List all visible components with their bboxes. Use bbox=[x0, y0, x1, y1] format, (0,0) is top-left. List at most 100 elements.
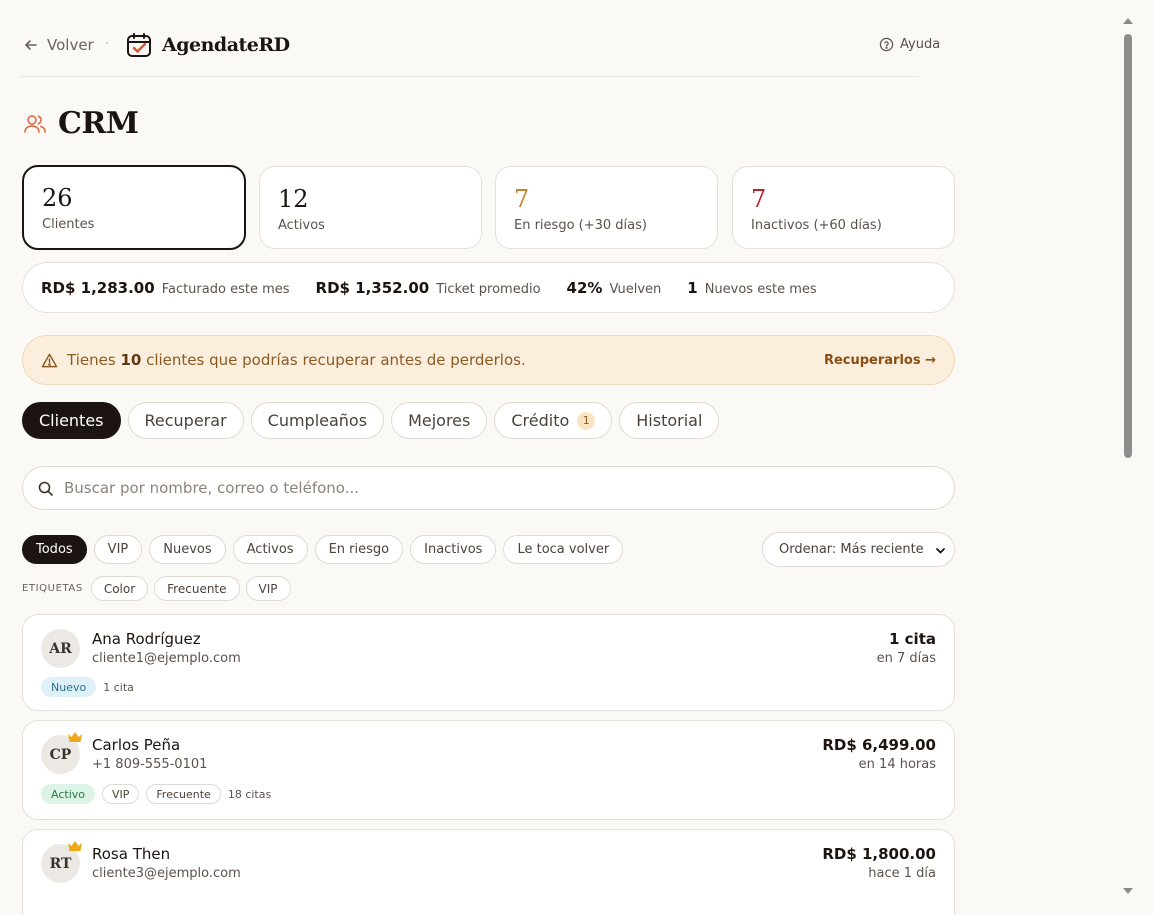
calendar-check-icon bbox=[127, 33, 151, 57]
stat-label: Clientes bbox=[42, 217, 95, 232]
tab-mejores[interactable]: Mejores bbox=[391, 402, 488, 439]
client-when: hace 1 día bbox=[868, 866, 936, 881]
crown-icon bbox=[68, 841, 82, 851]
client-tags: Nuevo 1 cita bbox=[41, 677, 134, 697]
help-button[interactable]: Ayuda bbox=[879, 37, 940, 52]
metric-nuevos: 1 Nuevos este mes bbox=[687, 279, 816, 297]
status-badge: Activo bbox=[41, 784, 95, 804]
status-filters: Todos VIP Nuevos Activos En riesgo Inact… bbox=[22, 535, 624, 564]
tab-historial[interactable]: Historial bbox=[619, 402, 720, 439]
alert-prefix: Tienes bbox=[67, 351, 116, 369]
client-card[interactable]: AR Ana Rodríguez cliente1@ejemplo.com 1 … bbox=[22, 614, 955, 711]
client-when: en 14 horas bbox=[858, 757, 936, 772]
client-contact: +1 809-555-0101 bbox=[92, 757, 208, 772]
client-when: en 7 días bbox=[876, 651, 936, 666]
tag-vip[interactable]: VIP bbox=[245, 576, 291, 601]
page-header: CRM bbox=[22, 106, 139, 141]
metric-ticket: RD$ 1,352.00 Ticket promedio bbox=[316, 279, 541, 297]
alert-text: Tienes 10 clientes que podrías recuperar… bbox=[67, 351, 526, 369]
metric-value: 1 bbox=[687, 278, 698, 297]
client-contact: cliente3@ejemplo.com bbox=[92, 866, 241, 881]
appointment-count: 1 cita bbox=[103, 680, 134, 694]
search-icon bbox=[38, 481, 53, 496]
metric-label: Ticket promedio bbox=[436, 281, 541, 297]
client-card[interactable]: CP Carlos Peña +1 809-555-0101 RD$ 6,499… bbox=[22, 720, 955, 820]
tab-label: Mejores bbox=[408, 411, 471, 430]
tab-cumpleanos[interactable]: Cumpleaños bbox=[250, 402, 385, 439]
filter-le-toca-volver[interactable]: Le toca volver bbox=[503, 535, 624, 564]
client-name: Rosa Then bbox=[92, 845, 171, 863]
stat-card-clientes[interactable]: 26 Clientes bbox=[22, 165, 246, 250]
status-badge: Nuevo bbox=[41, 677, 97, 697]
alert-count: 10 bbox=[120, 351, 142, 369]
tab-recuperar[interactable]: Recuperar bbox=[127, 402, 244, 439]
help-circle-icon bbox=[879, 37, 894, 52]
client-name: Ana Rodríguez bbox=[92, 630, 201, 648]
filter-todos[interactable]: Todos bbox=[22, 535, 87, 564]
recovery-alert: Tienes 10 clientes que podrías recuperar… bbox=[22, 335, 955, 385]
client-contact: cliente1@ejemplo.com bbox=[92, 651, 241, 666]
tab-clientes[interactable]: Clientes bbox=[22, 402, 121, 439]
stat-value: 7 bbox=[514, 185, 530, 213]
back-button[interactable]: Volver bbox=[23, 36, 94, 54]
top-bar: Volver · AgendateRD Ayuda bbox=[21, 0, 940, 77]
back-label: Volver bbox=[47, 36, 94, 54]
arrow-left-icon bbox=[25, 40, 37, 50]
metrics-bar: RD$ 1,283.00 Facturado este mes RD$ 1,35… bbox=[22, 262, 955, 313]
tag-filters: ETIQUETAS Color Frecuente VIP bbox=[22, 576, 291, 601]
stat-label: En riesgo (+30 días) bbox=[514, 218, 647, 233]
avatar: AR bbox=[41, 629, 80, 668]
tab-label: Crédito bbox=[511, 411, 570, 430]
tag-color[interactable]: Color bbox=[90, 576, 149, 601]
client-value: RD$ 6,499.00 bbox=[822, 736, 936, 754]
crown-icon bbox=[68, 732, 82, 742]
stat-value: 7 bbox=[751, 185, 767, 213]
tab-credito[interactable]: Crédito 1 bbox=[494, 402, 613, 439]
tab-label: Cumpleaños bbox=[267, 411, 368, 430]
chevron-down-icon bbox=[936, 548, 945, 554]
stat-value: 26 bbox=[42, 184, 73, 212]
client-tags: Activo VIP Frecuente 18 citas bbox=[41, 784, 271, 804]
filter-nuevos[interactable]: Nuevos bbox=[149, 535, 226, 564]
scroll-down-arrow[interactable] bbox=[1123, 888, 1133, 894]
stat-value: 12 bbox=[278, 185, 309, 213]
client-value: RD$ 1,800.00 bbox=[822, 845, 936, 863]
brand[interactable]: AgendateRD bbox=[125, 31, 290, 59]
client-name: Carlos Peña bbox=[92, 736, 181, 754]
scrollbar[interactable] bbox=[1121, 14, 1135, 898]
sort-select[interactable]: Ordenar: Más reciente bbox=[762, 532, 955, 567]
alert-suffix: clientes que podrías recuperar antes de … bbox=[146, 351, 526, 369]
tag-frecuente[interactable]: Frecuente bbox=[154, 576, 240, 601]
warning-icon bbox=[41, 353, 58, 367]
recover-link[interactable]: Recuperarlos → bbox=[824, 353, 936, 368]
crm-tabs: Clientes Recuperar Cumpleaños Mejores Cr… bbox=[22, 402, 720, 439]
metric-value: RD$ 1,283.00 bbox=[41, 278, 155, 297]
scrollbar-thumb[interactable] bbox=[1124, 34, 1132, 458]
stat-label: Inactivos (+60 días) bbox=[751, 218, 882, 233]
client-card[interactable]: RT Rosa Then cliente3@ejemplo.com RD$ 1,… bbox=[22, 829, 955, 915]
tab-label: Clientes bbox=[39, 411, 104, 430]
scroll-up-arrow[interactable] bbox=[1123, 18, 1133, 24]
stat-card-activos[interactable]: 12 Activos bbox=[259, 166, 482, 249]
stat-label: Activos bbox=[278, 218, 325, 233]
tag-pill: Frecuente bbox=[146, 784, 221, 804]
metric-label: Vuelven bbox=[609, 281, 662, 297]
client-value: 1 cita bbox=[889, 630, 936, 648]
tag-pill: VIP bbox=[102, 784, 140, 804]
tab-label: Historial bbox=[636, 411, 703, 430]
filter-en-riesgo[interactable]: En riesgo bbox=[314, 535, 404, 564]
search-input[interactable] bbox=[64, 479, 924, 497]
help-label: Ayuda bbox=[900, 37, 941, 52]
stat-card-inactivos[interactable]: 7 Inactivos (+60 días) bbox=[732, 166, 955, 249]
filter-inactivos[interactable]: Inactivos bbox=[410, 535, 497, 564]
metric-value: RD$ 1,352.00 bbox=[315, 278, 430, 297]
metric-vuelven: 42% Vuelven bbox=[567, 279, 662, 297]
stat-card-en-riesgo[interactable]: 7 En riesgo (+30 días) bbox=[495, 166, 718, 249]
metric-value: 42% bbox=[566, 278, 603, 297]
filter-activos[interactable]: Activos bbox=[232, 535, 308, 564]
sort-value: Ordenar: Más reciente bbox=[779, 542, 924, 557]
search-bar bbox=[22, 466, 955, 510]
filter-vip[interactable]: VIP bbox=[93, 535, 143, 564]
appointment-count: 18 citas bbox=[227, 787, 272, 801]
tab-label: Recuperar bbox=[144, 411, 227, 430]
